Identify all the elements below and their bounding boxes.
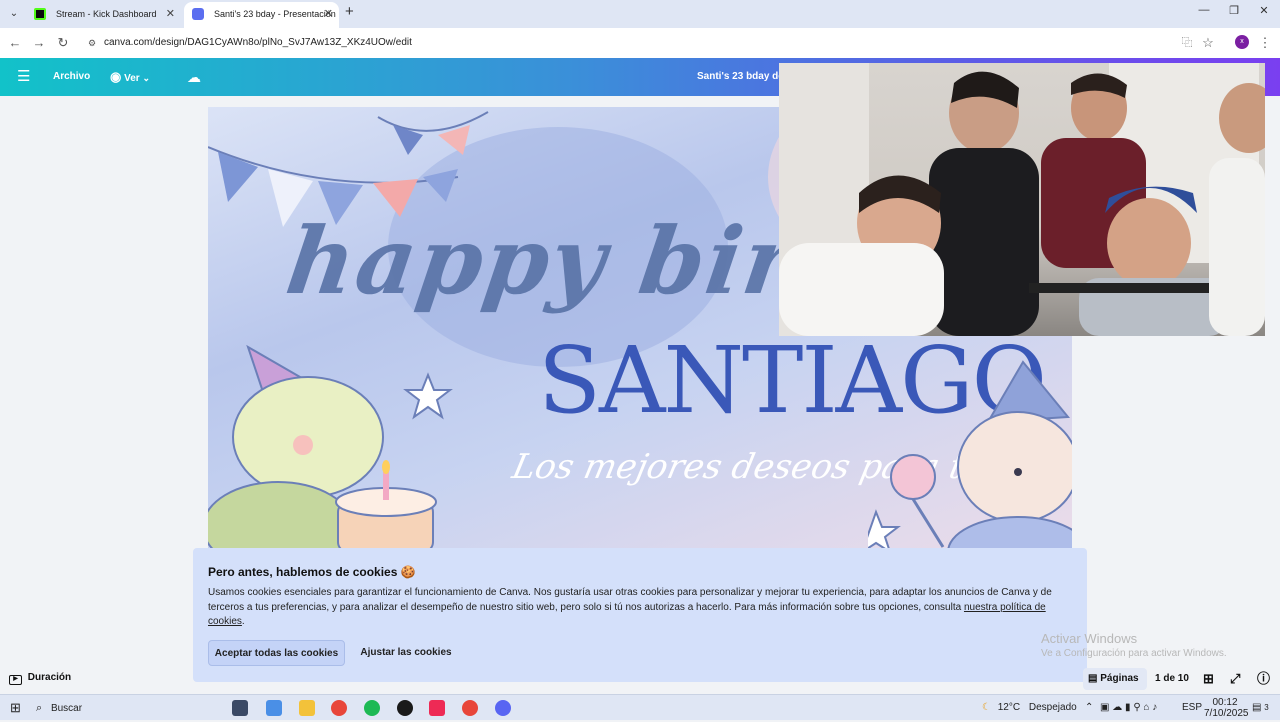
network-icon: ☁ [1112,702,1123,713]
play-timer-icon: ▶ [9,675,22,685]
reload-icon[interactable]: ↻ [54,34,72,52]
address-bar-row: ← → ↻ ⚙ canva.com/design/DAG1CyAWn8o/plN… [0,28,1280,58]
network-wired-icon: ⌂ [1143,702,1150,713]
browser-menu-icon[interactable]: ⋮ [1256,34,1274,52]
microphone-icon: ▮ [1125,702,1131,713]
cookie-body-end: . [241,616,245,627]
weather-desc: Despejado [1028,702,1077,713]
back-arrow-icon[interactable]: ← [6,34,24,52]
url-field[interactable]: ⚙ canva.com/design/DAG1CyAWn8o/plNo_SvJ7… [84,33,1224,53]
slide-headline: happy birt [280,207,847,315]
discord-app-icon[interactable] [495,700,511,716]
pages-button[interactable]: ▤ Páginas [1083,668,1147,690]
windows-start-icon[interactable]: ⊞ [10,695,21,721]
url-text: canva.com/design/DAG1CyAWn8o/plNo_SvJ7Aw… [104,37,412,48]
usb-icon: ⚲ [1133,702,1141,713]
adjust-cookies-button[interactable]: Ajustar las cookies [356,640,456,666]
site-info-icon[interactable]: ⚙ [88,33,96,53]
hamburger-menu-icon[interactable]: ☰ [17,58,30,96]
tiktok-app-icon[interactable] [429,700,445,716]
task-view-icon[interactable] [232,700,248,716]
activate-windows-watermark: Activar Windows Ve a Configuración para … [1041,631,1227,659]
tab-search-button[interactable]: ⌄ [4,4,24,24]
chrome-active-app-icon[interactable] [462,700,478,716]
duration-button[interactable]: ▶ Duración [9,672,71,685]
weather-temp: 12°C [997,702,1021,713]
spotify-app-icon[interactable] [364,700,380,716]
menu-file[interactable]: Archivo [53,58,90,96]
bear-illustration [868,360,1072,552]
weather-moon-icon: ☾ [982,702,991,713]
weather-widget[interactable]: ☾ 12°C Despejado [982,695,1077,721]
pages-label: Páginas [1100,673,1139,684]
forward-arrow-icon[interactable]: → [30,34,48,52]
search-icon: ⌕ [36,702,43,714]
people-silhouettes [779,71,1265,336]
page-counter[interactable]: 1 de 10 [1155,668,1189,690]
cookie-banner-title: Pero antes, hablemos de cookies 🍪 [208,565,416,579]
volume-icon: ♪ [1152,702,1158,713]
windows-taskbar: ⊞ ⌕ Buscar ☾ 12°C Despejado ⌃ ▣ ☁ ▮ ⚲ ⌂ … [0,694,1280,720]
notification-count: 3 [1264,703,1269,712]
document-title[interactable]: Santi's 23 bday de [697,58,784,96]
watermark-line2: Ve a Configuración para activar Windows. [1041,648,1227,659]
new-tab-button[interactable]: + [345,3,354,20]
watermark-line1: Activar Windows [1041,631,1138,646]
eye-icon: ◉ [110,69,122,84]
clock-date: 7/10/2025 [1204,708,1249,719]
obs-app-icon[interactable] [397,700,413,716]
bookmark-star-icon[interactable]: ☆ [1199,34,1217,52]
kick-favicon-icon [34,8,46,20]
cloud-sync-icon[interactable]: ☁ [187,58,201,96]
translate-icon[interactable]: ⿻ [1178,34,1196,52]
notification-icon: ▤ [1252,702,1262,713]
taskbar-search-box[interactable]: ⌕ Buscar [36,695,221,721]
duration-label: Duración [27,672,72,683]
clock-time: 00:12 [1212,697,1238,708]
cookie-consent-banner: Pero antes, hablemos de cookies 🍪 Usamos… [193,548,1087,682]
browser-tab-canva[interactable]: Santi's 23 bday - Presentación ✕ [184,2,339,28]
minimize-icon[interactable]: — [1194,4,1214,16]
clock[interactable]: 00:12 7/10/2025 [1204,695,1249,721]
file-explorer-icon[interactable] [299,700,315,716]
fullscreen-icon[interactable]: ⤢ [1230,668,1240,690]
tray-overflow-icon[interactable]: ⌃ [1085,695,1093,721]
tray-icons[interactable]: ▣ ☁ ▮ ⚲ ⌂ ♪ [1100,695,1157,721]
tray-app-icon: ▣ [1100,702,1110,713]
browser-tab-kick[interactable]: Stream - Kick Dashboard ✕ [26,2,181,28]
grid-view-icon[interactable]: ⊞ [1203,668,1214,690]
chrome-app-icon[interactable] [331,700,347,716]
tab-title: Santi's 23 bday - Presentación [214,9,336,19]
tab-title: Stream - Kick Dashboard [56,9,157,19]
cookie-banner-body: Usamos cookies esenciales para garantiza… [208,586,1068,630]
accept-all-cookies-button[interactable]: Aceptar todas las cookies [208,640,345,666]
menu-view-label: Ver [124,73,140,84]
help-icon[interactable]: ⓘ [1257,668,1270,690]
turtle-illustration [208,344,437,552]
pages-grid-icon: ▤ [1088,673,1098,684]
profile-avatar[interactable]: x [1235,35,1249,49]
close-tab-icon[interactable]: ✕ [324,2,333,26]
cookie-body-text: Usamos cookies esenciales para garantiza… [208,587,1052,613]
chevron-down-icon: ⌄ [142,73,151,83]
taskbar-search-label: Buscar [50,703,83,714]
webcam-overlay [779,63,1265,336]
canva-favicon-icon [192,8,204,20]
notification-center-icon[interactable]: ▤ 3 [1252,695,1269,721]
window-close-icon[interactable]: ✕ [1254,4,1274,17]
language-indicator[interactable]: ESP [1182,695,1202,721]
close-tab-icon[interactable]: ✕ [166,2,175,26]
menu-view[interactable]: ◉ Ver ⌄ [110,58,150,96]
calculator-app-icon[interactable] [266,700,282,716]
restore-icon[interactable]: ❐ [1224,4,1244,17]
browser-tab-strip: ⌄ Stream - Kick Dashboard ✕ Santi's 23 b… [0,0,1280,28]
